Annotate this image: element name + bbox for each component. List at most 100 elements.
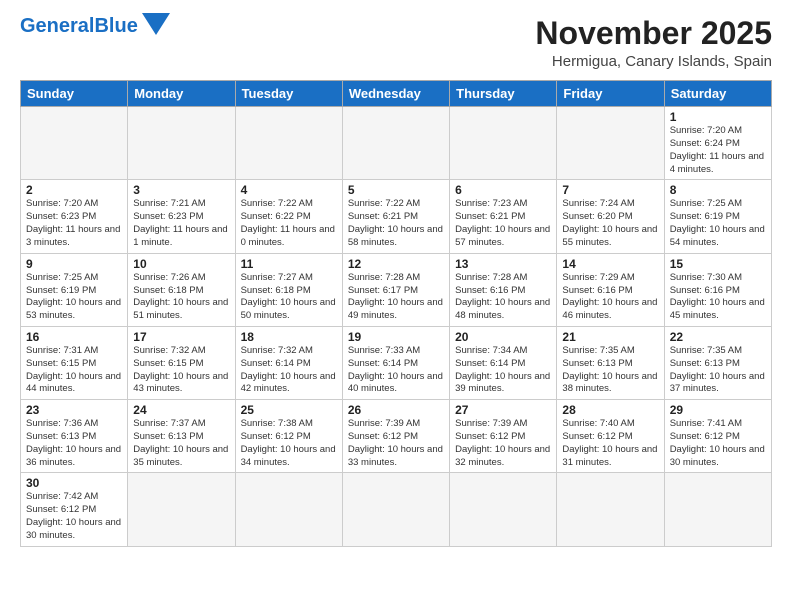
calendar-cell xyxy=(342,107,449,180)
calendar-cell: 19Sunrise: 7:33 AM Sunset: 6:14 PM Dayli… xyxy=(342,326,449,399)
calendar-cell: 7Sunrise: 7:24 AM Sunset: 6:20 PM Daylig… xyxy=(557,180,664,253)
calendar-cell: 29Sunrise: 7:41 AM Sunset: 6:12 PM Dayli… xyxy=(664,400,771,473)
calendar-cell xyxy=(450,107,557,180)
day-number: 17 xyxy=(133,330,229,344)
calendar-cell: 20Sunrise: 7:34 AM Sunset: 6:14 PM Dayli… xyxy=(450,326,557,399)
logo-general: General xyxy=(20,15,94,37)
day-number: 29 xyxy=(670,403,766,417)
weekday-header-thursday: Thursday xyxy=(450,81,557,107)
day-number: 27 xyxy=(455,403,551,417)
day-info: Sunrise: 7:32 AM Sunset: 6:14 PM Dayligh… xyxy=(241,345,337,396)
calendar-table: SundayMondayTuesdayWednesdayThursdayFrid… xyxy=(20,80,772,547)
calendar-cell: 6Sunrise: 7:23 AM Sunset: 6:21 PM Daylig… xyxy=(450,180,557,253)
day-number: 18 xyxy=(241,330,337,344)
day-number: 24 xyxy=(133,403,229,417)
day-info: Sunrise: 7:31 AM Sunset: 6:15 PM Dayligh… xyxy=(26,345,122,396)
calendar-cell: 15Sunrise: 7:30 AM Sunset: 6:16 PM Dayli… xyxy=(664,253,771,326)
calendar-cell: 3Sunrise: 7:21 AM Sunset: 6:23 PM Daylig… xyxy=(128,180,235,253)
day-info: Sunrise: 7:36 AM Sunset: 6:13 PM Dayligh… xyxy=(26,418,122,469)
location: Hermigua, Canary Islands, Spain xyxy=(535,53,772,70)
day-number: 16 xyxy=(26,330,122,344)
calendar-cell xyxy=(342,473,449,546)
calendar-cell: 24Sunrise: 7:37 AM Sunset: 6:13 PM Dayli… xyxy=(128,400,235,473)
day-info: Sunrise: 7:39 AM Sunset: 6:12 PM Dayligh… xyxy=(348,418,444,469)
day-number: 10 xyxy=(133,257,229,271)
day-info: Sunrise: 7:35 AM Sunset: 6:13 PM Dayligh… xyxy=(562,345,658,396)
calendar-cell xyxy=(664,473,771,546)
logo: GeneralBlue xyxy=(20,16,170,36)
day-number: 22 xyxy=(670,330,766,344)
day-number: 21 xyxy=(562,330,658,344)
calendar-cell xyxy=(557,107,664,180)
day-number: 9 xyxy=(26,257,122,271)
day-info: Sunrise: 7:33 AM Sunset: 6:14 PM Dayligh… xyxy=(348,345,444,396)
day-number: 28 xyxy=(562,403,658,417)
calendar-cell xyxy=(128,473,235,546)
logo-text: GeneralBlue xyxy=(20,16,138,36)
day-number: 6 xyxy=(455,183,551,197)
week-row-2: 2Sunrise: 7:20 AM Sunset: 6:23 PM Daylig… xyxy=(21,180,772,253)
day-info: Sunrise: 7:40 AM Sunset: 6:12 PM Dayligh… xyxy=(562,418,658,469)
day-info: Sunrise: 7:28 AM Sunset: 6:17 PM Dayligh… xyxy=(348,272,444,323)
weekday-header-monday: Monday xyxy=(128,81,235,107)
calendar-cell: 17Sunrise: 7:32 AM Sunset: 6:15 PM Dayli… xyxy=(128,326,235,399)
calendar-cell xyxy=(450,473,557,546)
day-info: Sunrise: 7:38 AM Sunset: 6:12 PM Dayligh… xyxy=(241,418,337,469)
weekday-header-saturday: Saturday xyxy=(664,81,771,107)
calendar-cell: 11Sunrise: 7:27 AM Sunset: 6:18 PM Dayli… xyxy=(235,253,342,326)
day-info: Sunrise: 7:24 AM Sunset: 6:20 PM Dayligh… xyxy=(562,198,658,249)
day-number: 15 xyxy=(670,257,766,271)
day-info: Sunrise: 7:28 AM Sunset: 6:16 PM Dayligh… xyxy=(455,272,551,323)
day-info: Sunrise: 7:35 AM Sunset: 6:13 PM Dayligh… xyxy=(670,345,766,396)
day-info: Sunrise: 7:42 AM Sunset: 6:12 PM Dayligh… xyxy=(26,491,122,542)
day-number: 2 xyxy=(26,183,122,197)
day-number: 23 xyxy=(26,403,122,417)
day-number: 25 xyxy=(241,403,337,417)
weekday-header-tuesday: Tuesday xyxy=(235,81,342,107)
weekday-header-sunday: Sunday xyxy=(21,81,128,107)
calendar-cell: 13Sunrise: 7:28 AM Sunset: 6:16 PM Dayli… xyxy=(450,253,557,326)
week-row-5: 23Sunrise: 7:36 AM Sunset: 6:13 PM Dayli… xyxy=(21,400,772,473)
calendar-cell: 21Sunrise: 7:35 AM Sunset: 6:13 PM Dayli… xyxy=(557,326,664,399)
calendar-cell: 4Sunrise: 7:22 AM Sunset: 6:22 PM Daylig… xyxy=(235,180,342,253)
day-info: Sunrise: 7:37 AM Sunset: 6:13 PM Dayligh… xyxy=(133,418,229,469)
day-info: Sunrise: 7:29 AM Sunset: 6:16 PM Dayligh… xyxy=(562,272,658,323)
day-number: 14 xyxy=(562,257,658,271)
day-number: 19 xyxy=(348,330,444,344)
day-info: Sunrise: 7:20 AM Sunset: 6:23 PM Dayligh… xyxy=(26,198,122,249)
day-info: Sunrise: 7:22 AM Sunset: 6:22 PM Dayligh… xyxy=(241,198,337,249)
calendar-cell: 8Sunrise: 7:25 AM Sunset: 6:19 PM Daylig… xyxy=(664,180,771,253)
week-row-6: 30Sunrise: 7:42 AM Sunset: 6:12 PM Dayli… xyxy=(21,473,772,546)
calendar-cell: 28Sunrise: 7:40 AM Sunset: 6:12 PM Dayli… xyxy=(557,400,664,473)
day-info: Sunrise: 7:34 AM Sunset: 6:14 PM Dayligh… xyxy=(455,345,551,396)
week-row-1: 1Sunrise: 7:20 AM Sunset: 6:24 PM Daylig… xyxy=(21,107,772,180)
day-number: 8 xyxy=(670,183,766,197)
day-number: 1 xyxy=(670,110,766,124)
calendar-cell: 14Sunrise: 7:29 AM Sunset: 6:16 PM Dayli… xyxy=(557,253,664,326)
calendar-cell xyxy=(235,107,342,180)
day-info: Sunrise: 7:22 AM Sunset: 6:21 PM Dayligh… xyxy=(348,198,444,249)
calendar-cell: 26Sunrise: 7:39 AM Sunset: 6:12 PM Dayli… xyxy=(342,400,449,473)
calendar-cell: 5Sunrise: 7:22 AM Sunset: 6:21 PM Daylig… xyxy=(342,180,449,253)
week-row-3: 9Sunrise: 7:25 AM Sunset: 6:19 PM Daylig… xyxy=(21,253,772,326)
calendar-cell: 23Sunrise: 7:36 AM Sunset: 6:13 PM Dayli… xyxy=(21,400,128,473)
day-info: Sunrise: 7:21 AM Sunset: 6:23 PM Dayligh… xyxy=(133,198,229,249)
day-info: Sunrise: 7:20 AM Sunset: 6:24 PM Dayligh… xyxy=(670,125,766,176)
day-info: Sunrise: 7:32 AM Sunset: 6:15 PM Dayligh… xyxy=(133,345,229,396)
calendar-cell xyxy=(557,473,664,546)
calendar-cell: 9Sunrise: 7:25 AM Sunset: 6:19 PM Daylig… xyxy=(21,253,128,326)
logo-blue: Blue xyxy=(94,15,137,37)
day-number: 7 xyxy=(562,183,658,197)
weekday-header-friday: Friday xyxy=(557,81,664,107)
calendar-cell xyxy=(128,107,235,180)
day-info: Sunrise: 7:27 AM Sunset: 6:18 PM Dayligh… xyxy=(241,272,337,323)
day-info: Sunrise: 7:26 AM Sunset: 6:18 PM Dayligh… xyxy=(133,272,229,323)
day-number: 13 xyxy=(455,257,551,271)
calendar-cell: 12Sunrise: 7:28 AM Sunset: 6:17 PM Dayli… xyxy=(342,253,449,326)
logo-triangle-icon xyxy=(142,13,170,35)
week-row-4: 16Sunrise: 7:31 AM Sunset: 6:15 PM Dayli… xyxy=(21,326,772,399)
day-number: 11 xyxy=(241,257,337,271)
calendar-cell: 27Sunrise: 7:39 AM Sunset: 6:12 PM Dayli… xyxy=(450,400,557,473)
day-number: 30 xyxy=(26,476,122,490)
calendar-cell: 30Sunrise: 7:42 AM Sunset: 6:12 PM Dayli… xyxy=(21,473,128,546)
